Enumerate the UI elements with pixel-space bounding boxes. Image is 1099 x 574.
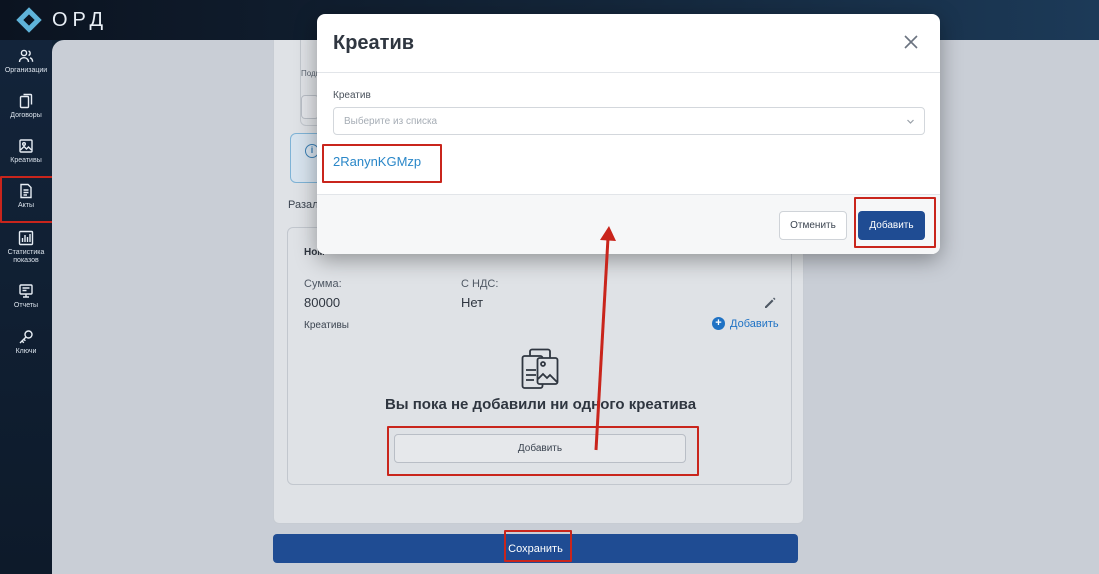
sidebar-item-label: Договоры <box>10 112 42 119</box>
logo-icon <box>16 7 42 33</box>
sidebar-item-label: Ключи <box>15 348 37 355</box>
sidebar-item-label: Креативы <box>10 157 42 164</box>
sidebar-item-label-line2: показов <box>13 257 39 264</box>
sidebar-item-stats[interactable]: Статистика показов <box>0 230 52 265</box>
empty-creatives-icon <box>521 348 559 389</box>
sidebar-item-label: Статистика <box>7 249 45 256</box>
creative-modal: Креатив Креатив Выберите из списка 2Rany… <box>317 14 940 254</box>
save-button[interactable]: Сохранить <box>273 534 798 563</box>
sidebar-item-contracts[interactable]: Договоры <box>0 93 52 120</box>
close-icon[interactable] <box>903 34 919 50</box>
document-icon <box>20 183 32 199</box>
modal-footer: Отменить Добавить <box>317 194 940 254</box>
users-icon <box>18 49 34 63</box>
vat-value: Нет <box>461 295 484 310</box>
select-placeholder: Выберите из списка <box>344 116 438 127</box>
sidebar-item-label: Акты <box>17 202 35 209</box>
sidebar-item-creatives[interactable]: Креативы <box>0 138 52 165</box>
vat-label: С НДС: <box>461 278 499 290</box>
sidebar-item-reports[interactable]: Отчеты <box>0 283 52 310</box>
stats-icon <box>18 230 34 246</box>
add-link-label: Добавить <box>730 317 779 330</box>
image-icon <box>19 139 33 153</box>
modal-title: Креатив <box>333 32 415 54</box>
logo[interactable]: ОРД <box>16 7 108 33</box>
documents-icon <box>19 93 33 109</box>
add-creative-button[interactable]: Добавить <box>394 434 686 463</box>
creative-select[interactable]: Выберите из списка <box>333 107 925 135</box>
sidebar-item-label: Отчеты <box>13 302 39 309</box>
sidebar: Организации Договоры Креативы Акты Стати… <box>0 40 52 574</box>
chevron-down-icon <box>907 119 914 124</box>
sum-value: 80000 <box>304 295 341 310</box>
creatives-label: Креативы <box>304 320 349 331</box>
placement-label: Разал <box>288 199 319 211</box>
report-icon <box>19 284 33 298</box>
modal-header-divider <box>317 72 940 73</box>
plus-circle-icon: + <box>712 317 725 330</box>
sidebar-item-acts[interactable]: Акты <box>0 183 52 210</box>
confirm-add-button[interactable]: Добавить <box>858 211 925 240</box>
sidebar-item-organizations[interactable]: Организации <box>0 48 52 75</box>
sidebar-item-label: Организации <box>4 67 48 74</box>
selected-creative-option[interactable]: 2RanynKGMzp <box>333 154 421 169</box>
add-creative-link[interactable]: + Добавить <box>712 317 779 330</box>
creative-field-label: Креатив <box>333 90 371 101</box>
logo-text: ОРД <box>52 8 109 31</box>
empty-state-text: Вы пока не добавили ни одного креатива <box>384 396 697 413</box>
sidebar-item-keys[interactable]: Ключи <box>0 329 52 356</box>
cancel-button[interactable]: Отменить <box>779 211 847 240</box>
sum-label: Сумма: <box>304 278 342 290</box>
pencil-icon[interactable] <box>763 296 777 310</box>
key-icon <box>19 330 33 344</box>
act-item-card: Ном Сумма: 80000 С НДС: Нет Креативы + Д… <box>287 227 792 485</box>
